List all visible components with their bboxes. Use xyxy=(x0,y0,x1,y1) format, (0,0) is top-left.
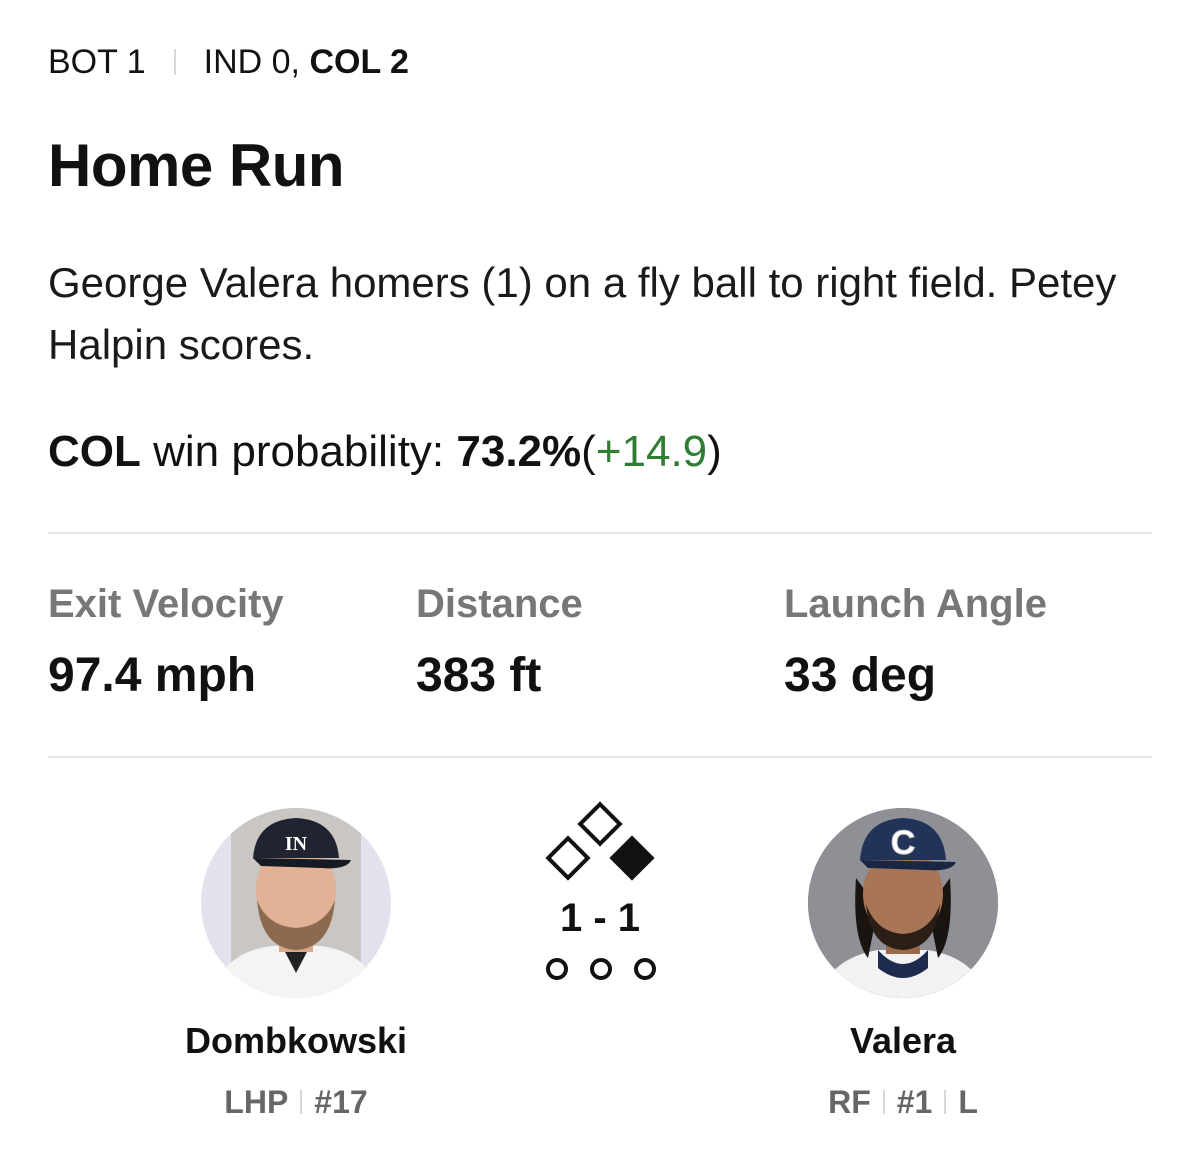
pitcher-meta: LHP #17 xyxy=(96,1080,496,1124)
inning-label: BOT 1 xyxy=(48,43,146,81)
win-probability-value: 73.2% xyxy=(456,427,582,476)
win-probability-delta: +14.9 xyxy=(595,427,708,476)
batter-number: #1 xyxy=(896,1084,933,1120)
batter-name[interactable]: Valera xyxy=(703,1018,1103,1064)
divider xyxy=(882,1090,885,1114)
stat-value: 97.4 mph xyxy=(48,649,257,702)
stat-exit-velocity: Exit Velocity 97.4 mph xyxy=(48,578,284,708)
win-probability-team: COL xyxy=(48,427,141,476)
stat-label: Launch Angle xyxy=(784,582,1047,626)
away-score: IND 0, xyxy=(203,43,300,81)
stat-distance: Distance 383 ft xyxy=(416,578,583,708)
out-indicator-icon xyxy=(546,958,568,980)
stat-label: Exit Velocity xyxy=(48,582,284,626)
pitcher-photo: IN xyxy=(211,808,381,998)
game-status-line: BOT 1 IND 0, COL 2 xyxy=(48,40,409,84)
pitcher-position: LHP xyxy=(224,1084,289,1120)
divider xyxy=(944,1090,947,1114)
home-score: COL 2 xyxy=(309,43,409,81)
batter-photo: C xyxy=(808,808,998,998)
bases-diamond-icon xyxy=(540,800,660,888)
pitcher-name[interactable]: Dombkowski xyxy=(96,1018,496,1064)
third-base xyxy=(545,835,591,881)
cap-logo: IN xyxy=(285,833,308,855)
stat-value: 383 ft xyxy=(416,649,542,702)
out-indicator-icon xyxy=(634,958,656,980)
divider xyxy=(300,1090,303,1114)
win-probability-label: win probability: xyxy=(153,427,445,476)
second-base xyxy=(577,801,623,847)
outs-indicator xyxy=(546,952,656,986)
stat-value: 33 deg xyxy=(784,649,937,702)
batter-position: RF xyxy=(828,1084,871,1120)
cap-logo: C xyxy=(891,824,916,862)
divider-top xyxy=(48,532,1152,534)
stat-label: Distance xyxy=(416,582,583,626)
play-title: Home Run xyxy=(48,132,345,199)
batter-avatar[interactable]: C xyxy=(808,808,998,998)
pitcher-number: #17 xyxy=(314,1084,368,1120)
win-probability-open-paren: ( xyxy=(581,427,596,476)
first-base xyxy=(609,835,655,881)
divider xyxy=(173,49,176,75)
batter-meta: RF #1 L xyxy=(703,1080,1103,1124)
stat-launch-angle: Launch Angle 33 deg xyxy=(784,578,1047,708)
ball-strike-count: 1 - 1 xyxy=(559,896,641,940)
pitcher-avatar[interactable]: IN xyxy=(201,808,391,998)
play-description: George Valera homers (1) on a fly ball t… xyxy=(48,259,1117,368)
win-probability-close-paren: ) xyxy=(707,427,722,476)
batter-bats: L xyxy=(958,1084,978,1120)
divider-bottom xyxy=(48,756,1152,758)
win-probability: COL win probability: 73.2%(+14.9) xyxy=(48,420,722,484)
out-indicator-icon xyxy=(590,958,612,980)
